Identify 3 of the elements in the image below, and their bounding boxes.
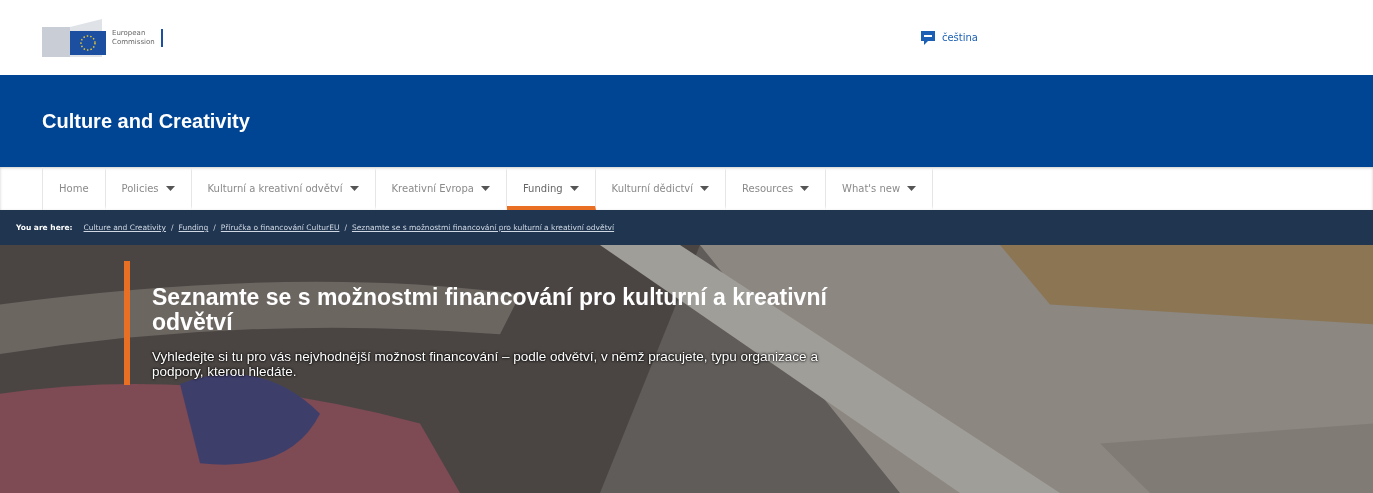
- page-heading: Seznamte se s možnostmi financování pro kulturní a kreativní odvětví: [152, 285, 829, 335]
- language-link[interactable]: čeština: [919, 29, 978, 46]
- site-title[interactable]: Culture and Creativity: [42, 109, 250, 133]
